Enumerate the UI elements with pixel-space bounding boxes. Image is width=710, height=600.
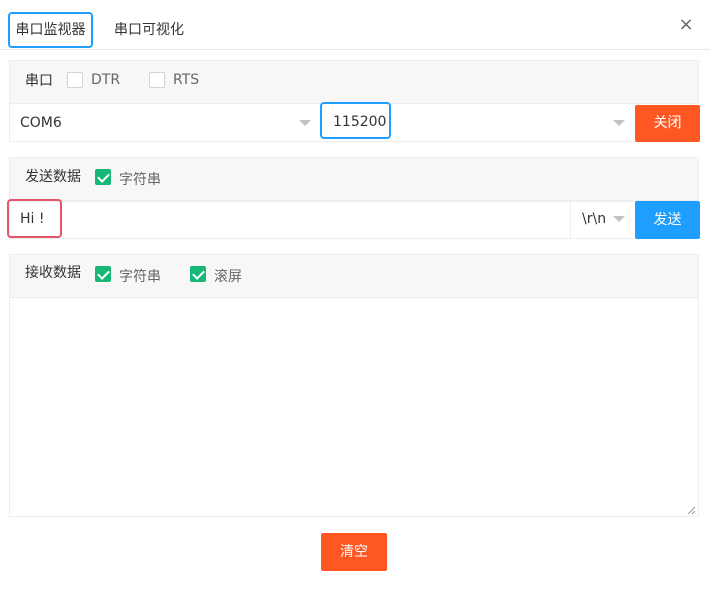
receive-textarea[interactable] xyxy=(9,298,699,517)
baud-chevron-down-icon xyxy=(613,120,625,126)
send-section-label: 发送数据 xyxy=(25,169,81,185)
receive-content xyxy=(10,298,698,314)
serial-section-label: 串口 xyxy=(25,73,53,89)
port-chevron-down-icon xyxy=(299,120,311,126)
rts-checkbox[interactable] xyxy=(149,72,165,88)
clear-button[interactable]: 清空 xyxy=(321,533,387,571)
auto-scroll-checkbox[interactable] xyxy=(190,266,206,282)
send-input[interactable] xyxy=(10,201,570,239)
auto-scroll-label: 滚屏 xyxy=(214,269,242,285)
close-icon[interactable]: × xyxy=(675,14,697,36)
send-input-value: Hi ! xyxy=(20,211,45,227)
dtr-checkbox[interactable] xyxy=(67,72,83,88)
close-port-button[interactable]: 关闭 xyxy=(635,105,700,142)
rts-label: RTS xyxy=(173,72,200,88)
send-string-checkbox[interactable] xyxy=(95,169,111,185)
send-button[interactable]: 发送 xyxy=(635,201,700,239)
resize-grip-icon[interactable] xyxy=(686,505,696,515)
baud-select-value: 115200 xyxy=(333,114,387,130)
receive-string-label: 字符串 xyxy=(119,269,161,285)
receive-string-checkbox[interactable] xyxy=(95,266,111,282)
line-ending-chevron-down-icon xyxy=(613,216,625,222)
port-select-value: COM6 xyxy=(20,115,62,131)
send-string-label: 字符串 xyxy=(119,172,161,188)
line-ending-value: \r\n xyxy=(582,211,607,227)
tab-serial-monitor[interactable]: 串口监视器 xyxy=(8,12,93,48)
receive-section-label: 接收数据 xyxy=(25,265,81,281)
receive-options-header xyxy=(9,254,699,298)
dtr-label: DTR xyxy=(91,72,121,88)
tab-serial-visualization[interactable]: 串口可视化 xyxy=(106,12,192,48)
send-options-header xyxy=(9,157,699,201)
